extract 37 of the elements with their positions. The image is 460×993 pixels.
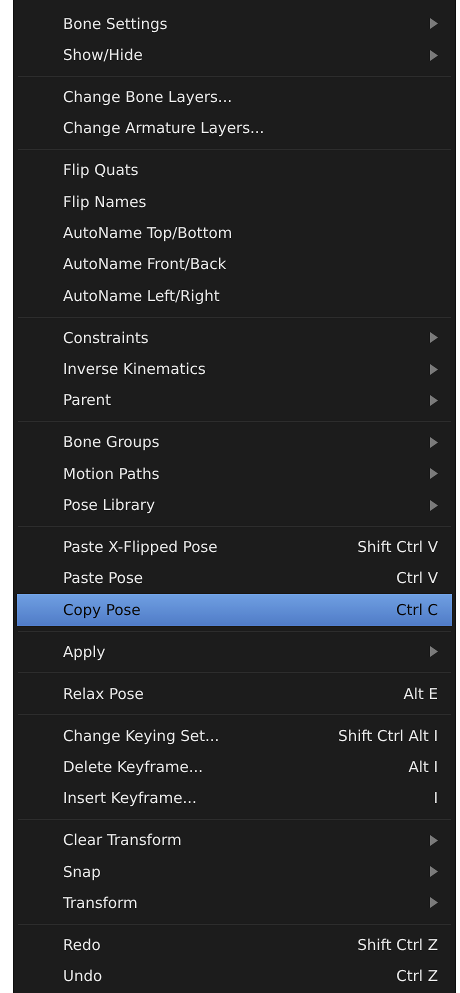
- menu-item[interactable]: Motion Paths: [17, 458, 452, 490]
- menu-item[interactable]: Clear Transform: [17, 824, 452, 856]
- menu-item[interactable]: Change Keying Set... Shift Ctrl Alt I: [17, 720, 452, 752]
- menu-item[interactable]: Delete Keyframe... Alt I: [17, 751, 452, 783]
- menu-item[interactable]: Insert Keyframe... I: [17, 782, 452, 814]
- shortcut-label: Ctrl V: [396, 569, 438, 588]
- shortcut-label: Ctrl Z: [396, 967, 438, 986]
- shortcut-label: Shift Ctrl Alt I: [338, 726, 438, 744]
- menu-item[interactable]: AutoName Left/Right: [17, 280, 452, 312]
- menu-item[interactable]: Bone Settings: [17, 8, 452, 40]
- menu-item[interactable]: Change Armature Layers...: [17, 112, 452, 144]
- shortcut-label: Ctrl C: [396, 600, 438, 619]
- shortcut-label: Alt E: [403, 684, 438, 703]
- menu-item[interactable]: Flip Quats: [17, 154, 452, 186]
- shortcut-label: Alt I: [408, 758, 438, 776]
- menu-item[interactable]: Inverse Kinematics: [17, 353, 452, 385]
- shortcut-label: Shift Ctrl Z: [357, 936, 438, 954]
- menu-item[interactable]: Pose Library: [17, 489, 452, 521]
- menu-item[interactable]: Change Bone Layers...: [17, 81, 452, 113]
- menu-item[interactable]: AutoName Top/Bottom: [17, 217, 452, 249]
- menu-item[interactable]: Snap: [17, 856, 452, 888]
- menu-item[interactable]: Paste Pose Ctrl V: [17, 562, 452, 594]
- menu-item[interactable]: Paste X-Flipped Pose Shift Ctrl V: [17, 531, 452, 563]
- menu-item[interactable]: Redo Shift Ctrl Z: [17, 929, 452, 961]
- menu-item[interactable]: Apply: [17, 636, 452, 668]
- menu-item[interactable]: Parent: [17, 384, 452, 416]
- menu-item[interactable]: Constraints: [17, 322, 452, 354]
- menu-item[interactable]: Show/Hide: [17, 39, 452, 71]
- menu-item[interactable]: Undo Ctrl Z: [17, 960, 452, 992]
- menu-item[interactable]: Transform: [17, 887, 452, 919]
- menu-item[interactable]: Bone Groups: [17, 426, 452, 458]
- menu-item[interactable]: Copy Pose Ctrl C: [17, 594, 452, 626]
- menu-item[interactable]: AutoName Front/Back: [17, 248, 452, 280]
- shortcut-label: Shift Ctrl V: [357, 538, 438, 556]
- menu-item[interactable]: Flip Names: [17, 186, 452, 218]
- menu-item[interactable]: Relax Pose Alt E: [17, 678, 452, 710]
- shortcut-label: I: [434, 789, 438, 808]
